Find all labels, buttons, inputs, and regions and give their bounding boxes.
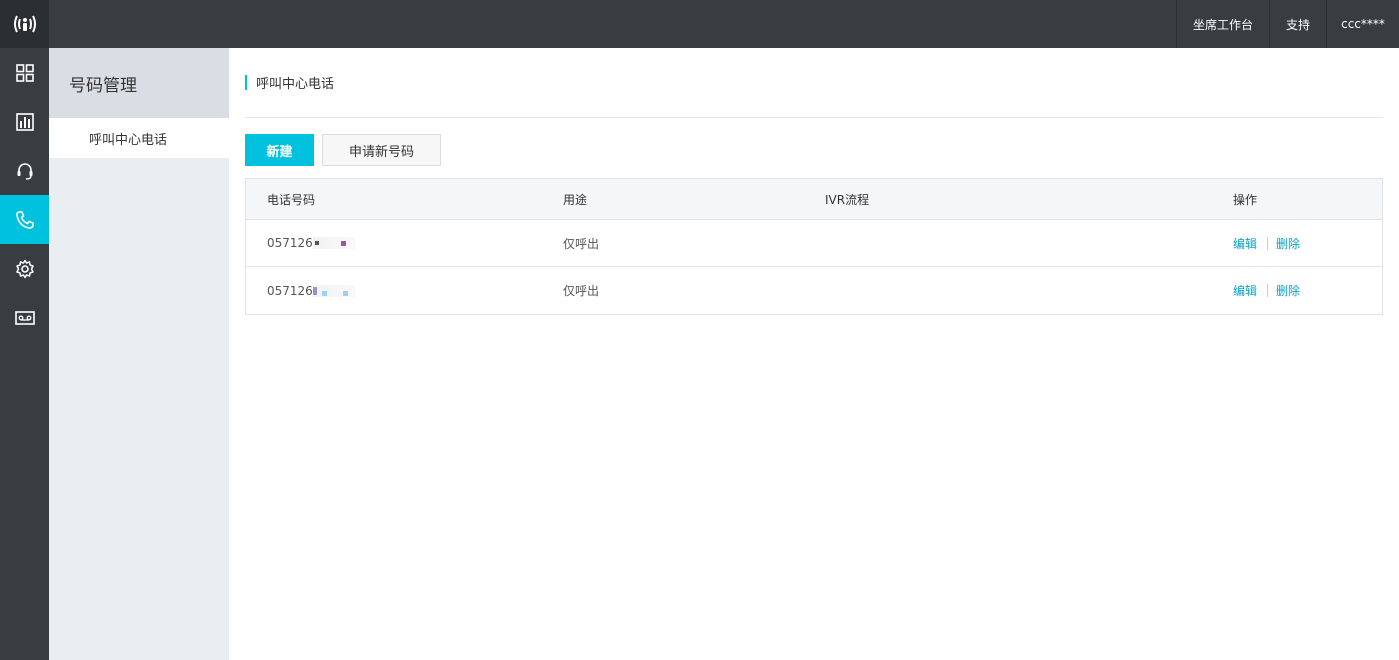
gear-icon [15, 259, 34, 278]
signal-person-icon [13, 15, 36, 33]
logo[interactable] [0, 0, 49, 48]
nav-reports[interactable] [0, 97, 49, 146]
nav-voicemail[interactable] [0, 293, 49, 342]
icon-sidebar [0, 48, 49, 660]
edit-link[interactable]: 编辑 [1233, 235, 1257, 252]
delete-link[interactable]: 删除 [1276, 282, 1300, 299]
usage-cell: 仅呼出 [563, 284, 600, 298]
phone-cell: 057126 [267, 220, 355, 266]
page-header: 呼叫中心电话 [245, 48, 1383, 118]
sidebar-item-call-center-phone[interactable]: 呼叫中心电话 [49, 118, 229, 158]
actions-cell: 编辑 删除 [1233, 220, 1300, 266]
numbers-table: 电话号码 用途 IVR流程 操作 057126 仅呼出 编辑 删除 057126… [245, 178, 1383, 315]
table-header: 电话号码 用途 IVR流程 操作 [246, 179, 1382, 220]
table-row: 057126 仅呼出 编辑 删除 [246, 220, 1382, 267]
top-bar: 坐席工作台 支持 ccc**** [0, 0, 1399, 48]
bar-chart-icon [15, 112, 34, 131]
redacted-digits [312, 237, 355, 249]
page-title: 呼叫中心电话 [256, 77, 335, 92]
usage-cell: 仅呼出 [563, 236, 600, 251]
nav-agents[interactable] [0, 146, 49, 195]
nav-dashboard[interactable] [0, 48, 49, 97]
support-link[interactable]: 支持 [1268, 0, 1326, 48]
column-header-actions: 操作 [1233, 192, 1258, 207]
user-menu[interactable]: ccc**** [1326, 0, 1399, 48]
delete-link[interactable]: 删除 [1276, 235, 1300, 252]
action-divider [1267, 236, 1269, 250]
phone-number: 057126 [267, 283, 313, 298]
table-row: 057126 仅呼出 编辑 删除 [246, 267, 1382, 314]
voicemail-icon [14, 310, 35, 325]
headset-icon [17, 162, 32, 180]
new-button[interactable]: 新建 [245, 134, 314, 166]
column-header-ivr: IVR流程 [825, 192, 870, 207]
actions-cell: 编辑 删除 [1233, 267, 1300, 314]
column-header-phone: 电话号码 [267, 192, 316, 207]
sidebar-title: 号码管理 [49, 48, 229, 118]
redacted-digits [312, 284, 355, 297]
phone-cell: 057126 [267, 267, 355, 314]
agent-workbench-link[interactable]: 坐席工作台 [1175, 0, 1269, 48]
nav-numbers[interactable] [0, 195, 49, 244]
title-accent-bar [245, 75, 247, 90]
apply-number-button[interactable]: 申请新号码 [322, 134, 441, 166]
column-header-usage: 用途 [563, 192, 588, 207]
phone-number: 057126 [267, 236, 313, 250]
nav-settings[interactable] [0, 244, 49, 293]
action-divider [1267, 284, 1269, 297]
grid-icon [15, 63, 34, 82]
secondary-sidebar: 号码管理 呼叫中心电话 [49, 48, 229, 660]
edit-link[interactable]: 编辑 [1233, 282, 1257, 299]
main-content: 呼叫中心电话 新建 申请新号码 电话号码 用途 IVR流程 操作 057126 … [229, 48, 1399, 660]
phone-icon [15, 210, 34, 229]
